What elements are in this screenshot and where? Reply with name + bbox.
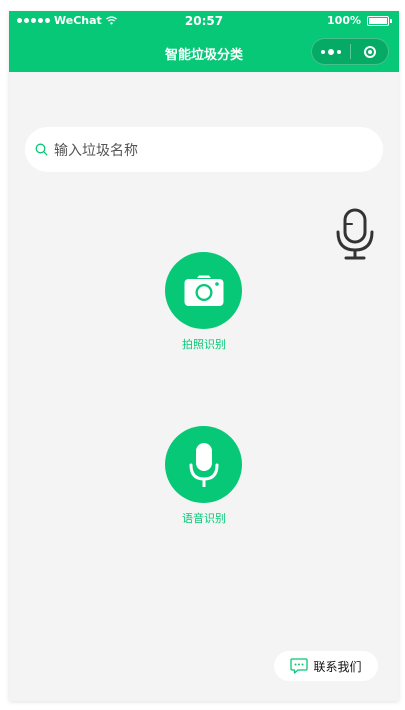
battery-percent: 100% [327, 14, 361, 27]
floating-microphone-button[interactable] [334, 208, 376, 262]
search-input[interactable]: 输入垃圾名称 [25, 127, 383, 172]
microphone-icon [189, 442, 218, 487]
search-icon [35, 143, 48, 156]
photo-recognition-button[interactable] [165, 252, 242, 329]
app-screen: WeChat 20:57 100% 智能垃圾分类 输入垃圾名称 拍照识别 语音识… [9, 11, 399, 701]
voice-recognition-label: 语音识别 [182, 512, 226, 525]
top-bar: WeChat 20:57 100% 智能垃圾分类 [9, 11, 399, 72]
contact-us-button[interactable]: 联系我们 [274, 651, 378, 681]
more-menu-button[interactable] [312, 39, 350, 64]
photo-recognition-label: 拍照识别 [182, 338, 226, 351]
contact-us-label: 联系我们 [313, 659, 362, 674]
microphone-icon [336, 208, 374, 260]
miniprogram-capsule [311, 38, 389, 65]
target-icon [363, 45, 376, 58]
search-placeholder: 输入垃圾名称 [54, 142, 138, 159]
voice-recognition-button[interactable] [165, 426, 242, 503]
battery-icon [367, 15, 392, 26]
chat-bubble-icon [290, 658, 309, 674]
camera-icon [184, 275, 223, 306]
close-miniprogram-button[interactable] [351, 45, 388, 58]
status-battery: 100% [327, 14, 392, 27]
